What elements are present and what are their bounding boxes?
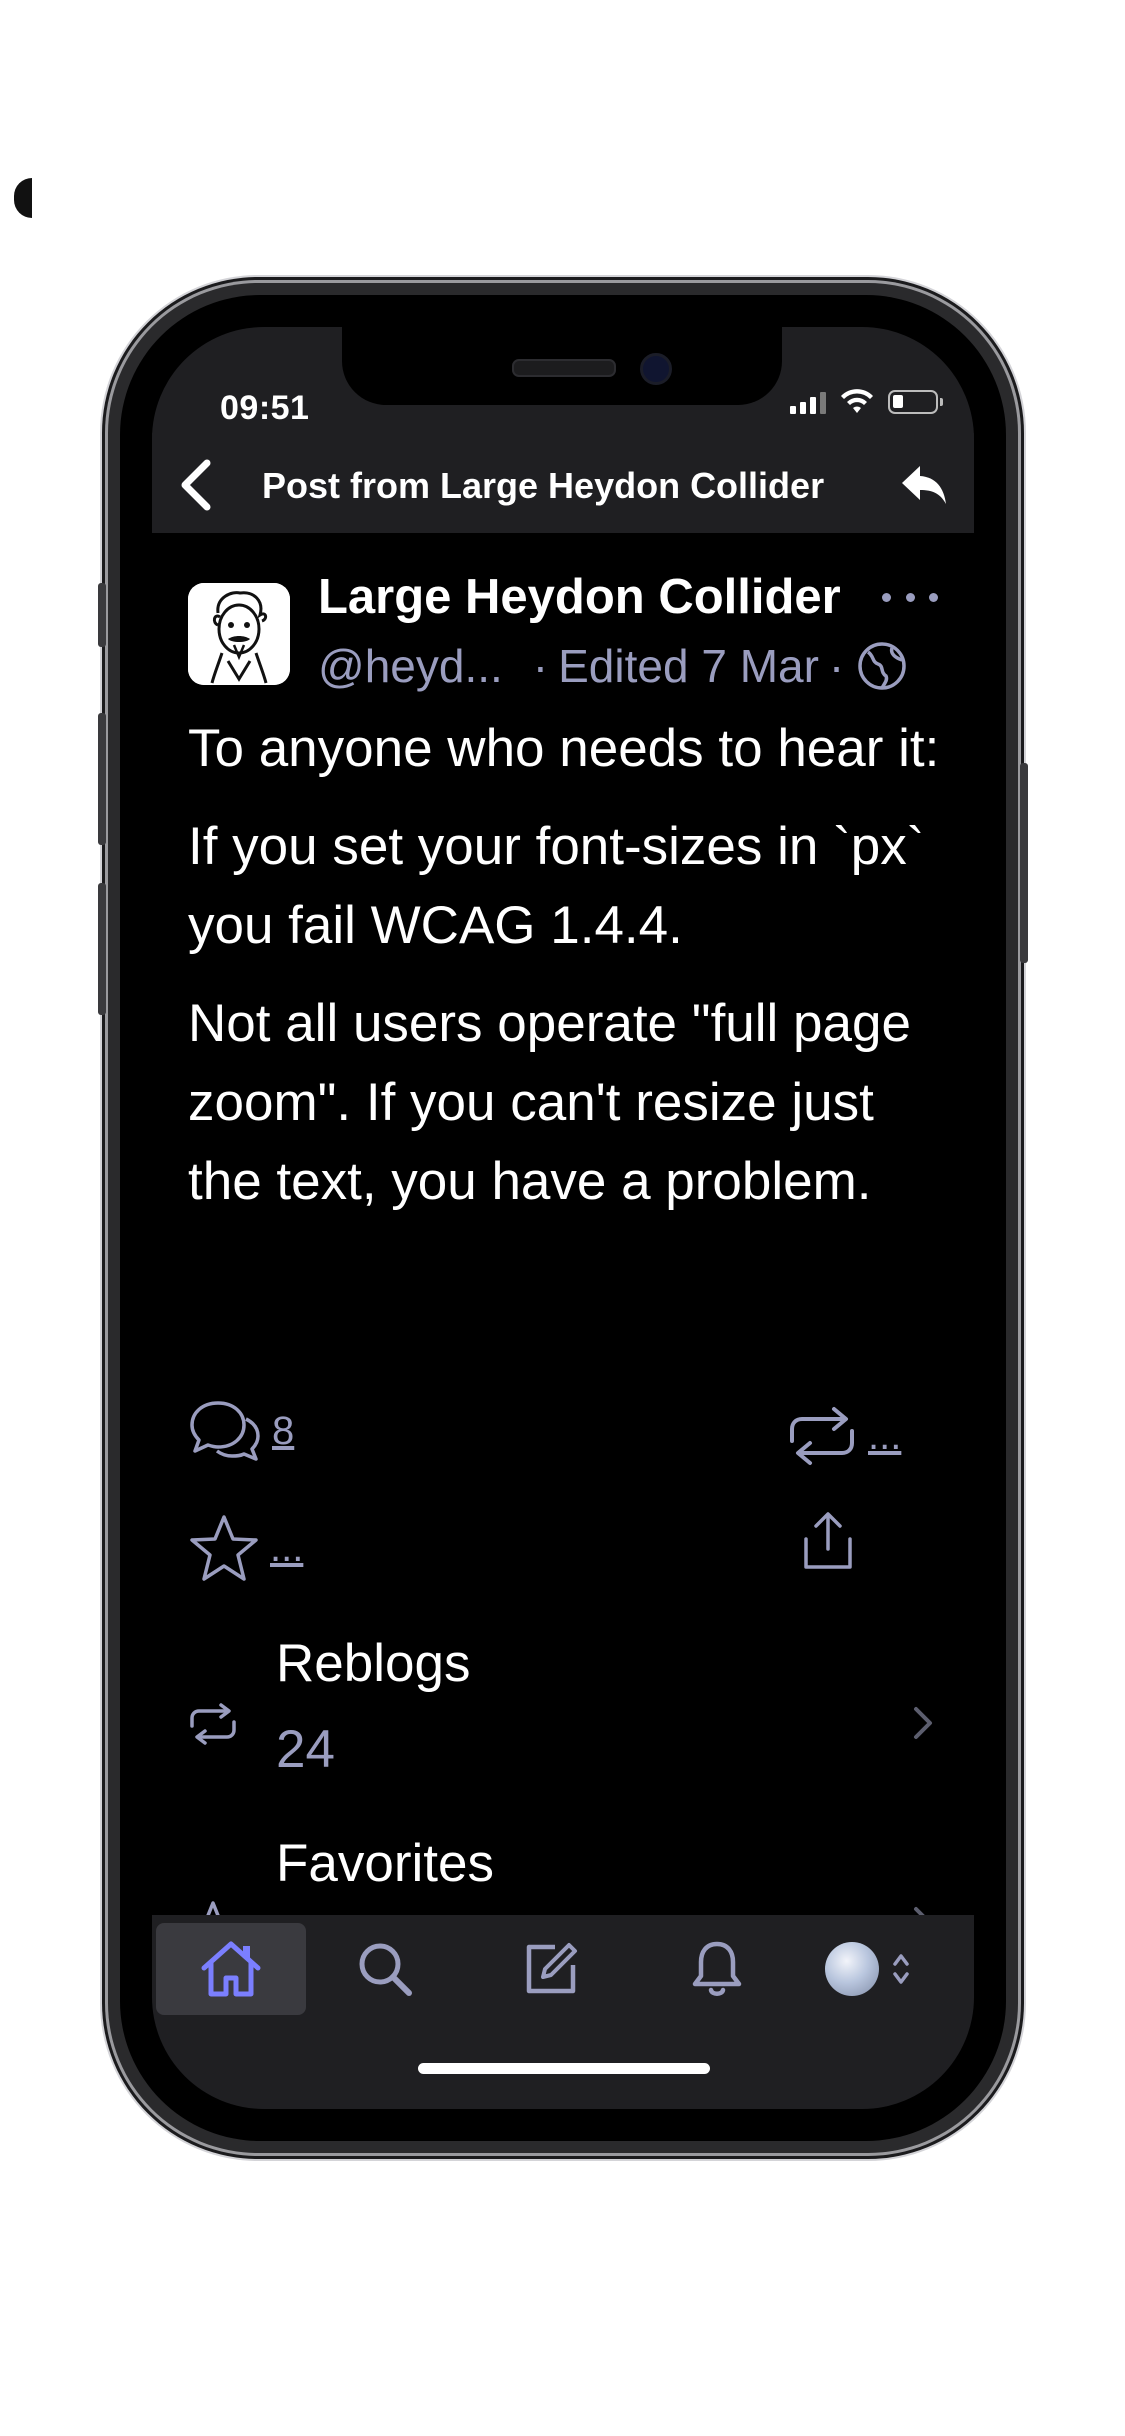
share-icon xyxy=(804,1512,852,1569)
tab-compose[interactable] xyxy=(476,1923,626,2015)
speaker xyxy=(512,359,616,377)
post-body: To anyone who needs to hear it: If you s… xyxy=(188,709,948,1240)
post-paragraph: To anyone who needs to hear it: xyxy=(188,719,940,778)
favorite-action[interactable]: ... xyxy=(188,1513,303,1583)
front-camera xyxy=(640,353,672,385)
chevron-left-icon xyxy=(181,459,211,511)
avatar-portrait xyxy=(188,583,290,685)
author-name[interactable]: Large Heydon Collider xyxy=(318,569,841,625)
author-handle[interactable]: @heyd... xyxy=(318,639,503,693)
star-icon xyxy=(190,1515,258,1581)
back-button[interactable] xyxy=(164,453,228,517)
reblogs-count: 24 xyxy=(276,1720,335,1779)
compose-icon xyxy=(526,1943,577,1994)
dot xyxy=(905,592,915,602)
replies-count[interactable]: 8 xyxy=(272,1409,294,1454)
home-icon xyxy=(201,1941,261,1997)
nav-bar: Post from Large Heydon Collider xyxy=(152,433,974,533)
reblogs-label: Reblogs xyxy=(276,1634,471,1693)
search-icon xyxy=(359,1943,412,1996)
bezel: 09:51 Post from Large Heydon Collider La… xyxy=(120,295,1006,2141)
notch xyxy=(342,327,782,405)
tab-home[interactable] xyxy=(156,1923,306,2015)
silent-switch xyxy=(98,583,106,647)
profile-avatar xyxy=(825,1942,879,1996)
post-meta: @heyd... · Edited 7 Mar · xyxy=(318,639,908,693)
volume-up-button xyxy=(98,713,106,845)
wifi-icon xyxy=(841,389,873,413)
screen: 09:51 Post from Large Heydon Collider La… xyxy=(152,327,974,2109)
share-action[interactable] xyxy=(796,1509,860,1573)
post-detail[interactable]: Large Heydon Collider @heyd... · Edited … xyxy=(152,533,974,1953)
status-time: 09:51 xyxy=(220,389,310,427)
status-icons xyxy=(790,389,943,415)
post-paragraph: Not all users operate "full page zoom". … xyxy=(188,994,911,1211)
reblog-icon xyxy=(188,1699,238,1749)
more-options-button[interactable] xyxy=(882,577,938,617)
phone-frame: 09:51 Post from Large Heydon Collider La… xyxy=(98,283,1028,2153)
reblogs-row[interactable]: Reblogs 24 xyxy=(152,1633,974,1813)
chevron-updown-icon xyxy=(893,1954,909,1984)
author-avatar[interactable] xyxy=(188,583,290,685)
tab-search[interactable] xyxy=(310,1923,460,2015)
bell-icon xyxy=(692,1941,742,1996)
favorites-label: Favorites xyxy=(276,1834,494,1893)
favorite-count[interactable]: ... xyxy=(270,1526,303,1571)
replies-action[interactable]: 8 xyxy=(188,1399,294,1463)
reply-icon xyxy=(902,466,946,504)
battery-icon xyxy=(888,390,943,414)
dot xyxy=(929,592,938,602)
globe-icon xyxy=(856,640,908,692)
reblog-icon xyxy=(790,1407,854,1465)
meta-separator: · xyxy=(828,640,845,692)
reblog-action[interactable]: ... xyxy=(786,1405,901,1467)
tab-notifications[interactable] xyxy=(642,1923,792,2015)
tab-bar xyxy=(152,1915,974,2109)
reply-button[interactable] xyxy=(894,457,954,513)
dot xyxy=(882,592,891,602)
chevron-right-icon xyxy=(914,1707,932,1739)
side-button xyxy=(1020,763,1028,963)
home-indicator[interactable] xyxy=(418,2063,710,2074)
stage: 09:51 Post from Large Heydon Collider La… xyxy=(0,0,1125,2436)
comments-icon xyxy=(190,1401,260,1461)
nav-title: Post from Large Heydon Collider xyxy=(262,465,825,506)
post-paragraph: If you set your font-sizes in `px` you f… xyxy=(188,817,925,955)
reblog-count[interactable]: ... xyxy=(868,1414,901,1459)
volume-down-button xyxy=(98,883,106,1015)
signal-icon xyxy=(790,390,826,414)
tab-profile[interactable] xyxy=(808,1923,928,2015)
meta-separator: · xyxy=(532,640,549,692)
edited-timestamp[interactable]: Edited 7 Mar xyxy=(558,639,819,693)
partial-glyph xyxy=(14,178,32,218)
